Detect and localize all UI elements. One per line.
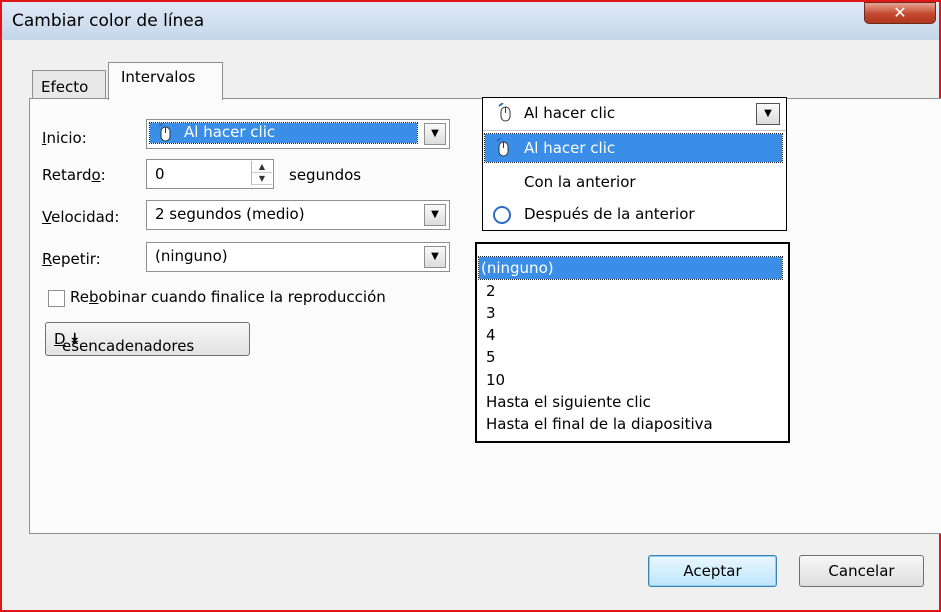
mouse-icon [158, 123, 171, 142]
velocidad-combobox[interactable]: 2 segundos (medio) ▼ [146, 200, 450, 230]
repetir-option[interactable]: Hasta el final de la diapositiva [484, 413, 784, 435]
retardo-spinner[interactable]: 0 ▲ ▼ [146, 159, 274, 189]
repetir-option[interactable]: (ninguno) [478, 256, 783, 280]
chevron-down-icon[interactable]: ▼ [756, 103, 780, 125]
velocidad-label: Velocidad: [42, 208, 120, 226]
mouse-icon [496, 138, 509, 157]
chevron-down-icon[interactable]: ▼ [424, 123, 446, 145]
desencadenadores-label: Desencadenadores ⯯ [54, 330, 195, 355]
tab-label: Efecto [41, 78, 89, 96]
inicio-option[interactable]: Al hacer clic [484, 133, 783, 163]
tab-intervalos[interactable]: Intervalos [108, 62, 223, 100]
tab-label: Intervalos [121, 68, 196, 86]
chevron-down-icon[interactable]: ▼ [424, 204, 446, 226]
repetir-option[interactable]: 10 [484, 369, 784, 391]
inicio-value: Al hacer clic [184, 123, 276, 141]
spin-up-icon[interactable]: ▲ [252, 161, 272, 173]
repetir-dropdown-list: (ninguno) 2 3 4 5 10 Hasta el siguiente … [475, 242, 790, 443]
close-button[interactable]: ✕ [864, 2, 936, 24]
repetir-option[interactable]: 2 [484, 280, 784, 302]
mouse-icon [498, 103, 511, 122]
inicio-label: Inicio: [42, 129, 87, 147]
dialog-window: Cambiar color de línea ✕ Efecto Interval… [0, 0, 941, 612]
retardo-unit: segundos [289, 166, 362, 184]
close-icon: ✕ [893, 3, 907, 22]
spin-buttons[interactable]: ▲ ▼ [251, 161, 272, 185]
chevron-down-icon[interactable]: ▼ [424, 246, 446, 268]
inicio-option[interactable]: Después de la anterior [485, 200, 782, 228]
velocidad-value: 2 segundos (medio) [155, 205, 305, 223]
repetir-value: (ninguno) [155, 247, 228, 265]
inicio-dropdown-selected: Al hacer clic [524, 104, 616, 122]
title-bar[interactable]: Cambiar color de línea ✕ [2, 2, 939, 40]
repetir-option[interactable]: 3 [484, 302, 784, 324]
aceptar-button[interactable]: Aceptar [648, 555, 777, 587]
repetir-combobox[interactable]: (ninguno) ▼ [146, 242, 450, 272]
rebobinar-checkbox[interactable] [48, 290, 65, 307]
retardo-label: Retardo: [42, 166, 106, 184]
desencadenadores-button[interactable]: Desencadenadores ⯯ [45, 322, 250, 356]
inicio-option[interactable]: Con la anterior [485, 168, 782, 196]
repetir-option[interactable]: 5 [484, 346, 784, 368]
repetir-option[interactable]: Hasta el siguiente clic [484, 391, 784, 413]
inicio-dropdown-popup: Al hacer clic ▼ Al hacer clic Con la ant… [482, 97, 787, 231]
repetir-option[interactable]: 4 [484, 324, 784, 346]
cancelar-button[interactable]: Cancelar [799, 555, 924, 587]
clock-icon [493, 206, 511, 224]
tab-efecto[interactable]: Efecto [32, 70, 106, 99]
retardo-value: 0 [155, 165, 165, 183]
inicio-combobox[interactable]: Al hacer clic ▼ [146, 119, 450, 149]
inicio-dropdown-header[interactable]: Al hacer clic ▼ [483, 98, 786, 131]
inicio-selected-field: Al hacer clic [149, 122, 418, 144]
spin-down-icon[interactable]: ▼ [252, 173, 272, 185]
repetir-label: Repetir: [42, 250, 101, 268]
window-title: Cambiar color de línea [12, 11, 205, 31]
rebobinar-label: Rebobinar cuando finalice la reproducció… [70, 288, 386, 306]
